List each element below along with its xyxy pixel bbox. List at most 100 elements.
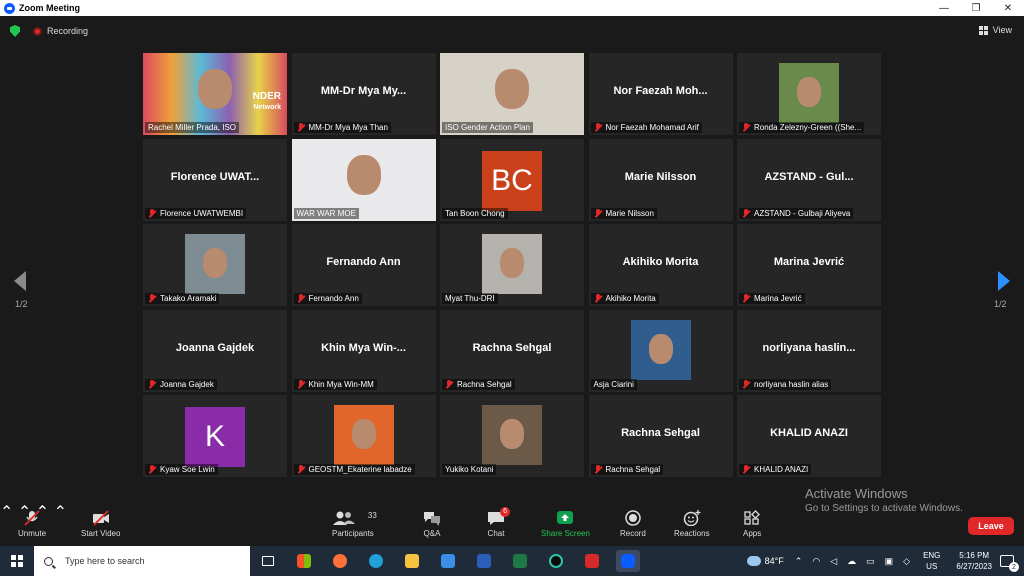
taskbar-search-box[interactable]: Type here to search <box>34 546 250 576</box>
start-button[interactable] <box>0 546 34 576</box>
video-background-text: NDER Network <box>253 91 281 113</box>
participant-name-label: Rachna Sehgal <box>442 378 515 390</box>
participant-tile[interactable]: norliyana haslin... norliyana haslin alia… <box>737 309 881 392</box>
participant-tile[interactable]: WAR WAR MOE <box>291 138 436 221</box>
participant-tile[interactable]: Fernando Ann Fernando Ann <box>291 224 436 306</box>
page-indicator-left: 1/2 <box>15 299 28 309</box>
recording-indicator[interactable]: Recording <box>33 26 88 36</box>
participant-name-text: Marie Nilsson <box>605 208 654 218</box>
participant-name-text: Rachna Sehgal <box>457 379 512 389</box>
mail-icon[interactable] <box>436 550 460 572</box>
muted-mic-icon <box>742 208 750 218</box>
taskbar-clock[interactable]: 5:16 PM 6/27/2023 <box>956 550 992 572</box>
onedrive-icon[interactable]: ☁ <box>847 556 856 567</box>
participant-name-text: Yukiko Kotani <box>445 465 494 474</box>
participant-tile[interactable]: Ronda Zelezny-Green ((She... <box>737 53 881 135</box>
webex-icon[interactable] <box>544 550 568 572</box>
participant-video <box>630 319 691 380</box>
unmute-button[interactable]: Unmute <box>18 510 46 538</box>
leave-button[interactable]: Leave <box>968 517 1014 535</box>
participant-display-name: Florence UWAT... <box>170 170 260 183</box>
recording-dot-icon <box>33 26 42 36</box>
participant-tile[interactable]: KHALID ANAZI KHALID ANAZI <box>737 395 881 477</box>
word-icon[interactable] <box>472 550 496 572</box>
apps-button[interactable]: Apps <box>743 510 761 538</box>
participant-name-label: WAR WAR MOE <box>293 207 359 219</box>
participant-tile[interactable]: ISO Gender Action Plan <box>440 53 584 135</box>
participant-video <box>482 405 542 465</box>
participant-name-text: Joanna Gajdek <box>160 379 214 389</box>
weather-widget[interactable]: 84°F <box>746 556 784 566</box>
participant-face <box>346 154 381 195</box>
participants-button[interactable]: 33 Participants <box>332 510 377 538</box>
start-video-button[interactable]: Start Video <box>81 510 120 538</box>
restore-button[interactable]: ❐ <box>960 0 992 16</box>
system-tray: 84°F ⌃ ◠ ◁ ☁ ▭ ▣ ◇ ENG US 5:16 PM 6/27/2… <box>746 546 1024 576</box>
volume-icon[interactable]: ◁ <box>830 556 837 567</box>
audio-options-caret-icon[interactable]: ⌃ <box>0 504 13 521</box>
muted-mic-icon <box>742 123 750 132</box>
participant-tile[interactable]: NDER Network Rachel Miller Prada, ISO <box>143 53 287 135</box>
participant-tile[interactable]: Takako Aramaki <box>143 224 287 306</box>
notifications-icon[interactable]: 2 <box>1000 555 1019 572</box>
muted-mic-icon <box>297 379 305 389</box>
reactions-label: Reactions <box>674 529 710 538</box>
participant-name-label: Nor Faezah Mohamad Arif <box>590 122 702 133</box>
participant-tile[interactable]: Khin Mya Win-... Khin Mya Win-MM <box>291 309 436 392</box>
participant-tile[interactable]: AZSTAND - Gul... AZSTAND - Gulbaji Aliyev… <box>737 138 881 221</box>
participant-tile[interactable]: Asja Ciarini <box>588 309 733 392</box>
share-screen-button[interactable]: Share Screen <box>541 510 590 538</box>
muted-mic-icon <box>148 294 156 303</box>
display-icon[interactable]: ▣ <box>885 556 894 567</box>
zoom-taskbar-icon[interactable] <box>616 550 640 572</box>
chat-caret-icon[interactable]: ⌃ <box>54 504 67 521</box>
wifi-icon[interactable]: ◠ <box>812 556 820 567</box>
record-button[interactable]: Record <box>620 510 646 538</box>
previous-page-arrow-icon[interactable] <box>14 271 26 291</box>
participant-tile[interactable]: Nor Faezah Moh... Nor Faezah Mohamad Arif <box>588 53 733 135</box>
microsoft-store-icon[interactable] <box>292 550 316 572</box>
window-title: Zoom Meeting <box>19 3 80 13</box>
close-button[interactable]: ✕ <box>992 0 1024 16</box>
edge-icon[interactable] <box>364 550 388 572</box>
participant-tile[interactable]: GEOSTM_Ekaterine labadze <box>291 395 436 477</box>
apps-label: Apps <box>743 529 762 538</box>
participant-tile[interactable]: Marie Nilsson Marie Nilsson <box>588 138 733 221</box>
participant-tile[interactable]: Akihiko Morita Akihiko Morita <box>588 224 733 306</box>
battery-icon[interactable]: ▭ <box>866 556 875 567</box>
acrobat-icon[interactable] <box>580 550 604 572</box>
reactions-button[interactable]: Reactions <box>674 510 710 538</box>
participant-tile[interactable]: MM-Dr Mya My... MM-Dr Mya Mya Than <box>291 53 436 135</box>
participant-name-label: Joanna Gajdek <box>145 378 217 390</box>
minimize-button[interactable]: — <box>928 0 960 16</box>
view-button[interactable]: View <box>978 25 1012 35</box>
tray-overflow-icon[interactable]: ⌃ <box>795 556 803 567</box>
participant-tile[interactable]: Yukiko Kotani <box>440 395 584 477</box>
participant-tile[interactable]: Rachna Sehgal Rachna Sehgal <box>440 309 584 392</box>
participant-tile[interactable]: BC Tan Boon Chong <box>440 138 584 221</box>
participant-name-text: Marina Jevrić <box>754 294 802 303</box>
language-indicator[interactable]: ENG US <box>923 550 940 572</box>
firefox-icon[interactable] <box>328 550 352 572</box>
muted-mic-icon <box>148 379 156 389</box>
participant-name-text: Akihiko Morita <box>605 294 656 303</box>
excel-icon[interactable] <box>508 550 532 572</box>
participant-display-name: MM-Dr Mya My... <box>320 85 407 97</box>
participant-tile[interactable]: K Kyaw Soe Lwin <box>143 395 287 477</box>
apps-icon <box>743 510 761 526</box>
file-explorer-icon[interactable] <box>400 550 424 572</box>
participant-tile[interactable]: Joanna Gajdek Joanna Gajdek <box>143 309 287 392</box>
chat-button[interactable]: 6 Chat <box>487 507 510 538</box>
participant-tile[interactable]: Marina Jevrić Marina Jevrić <box>737 224 881 306</box>
task-view-icon[interactable] <box>256 550 280 572</box>
qa-button[interactable]: Q&A <box>423 510 441 538</box>
security-shield-icon[interactable] <box>10 25 20 37</box>
next-page-arrow-icon[interactable] <box>998 271 1010 291</box>
participant-name-text: WAR WAR MOE <box>296 208 356 218</box>
participant-name-text: norliyana haslin alias <box>754 379 829 389</box>
participant-tile[interactable]: Rachna Sehgal Rachna Sehgal <box>588 395 733 477</box>
window-titlebar: Zoom Meeting — ❐ ✕ <box>0 0 1024 16</box>
participant-tile[interactable]: Florence UWAT... Florence UWATWEMBI <box>143 138 287 221</box>
network-icon[interactable]: ◇ <box>903 556 910 567</box>
participant-tile[interactable]: Myat Thu-DRI <box>440 224 584 306</box>
